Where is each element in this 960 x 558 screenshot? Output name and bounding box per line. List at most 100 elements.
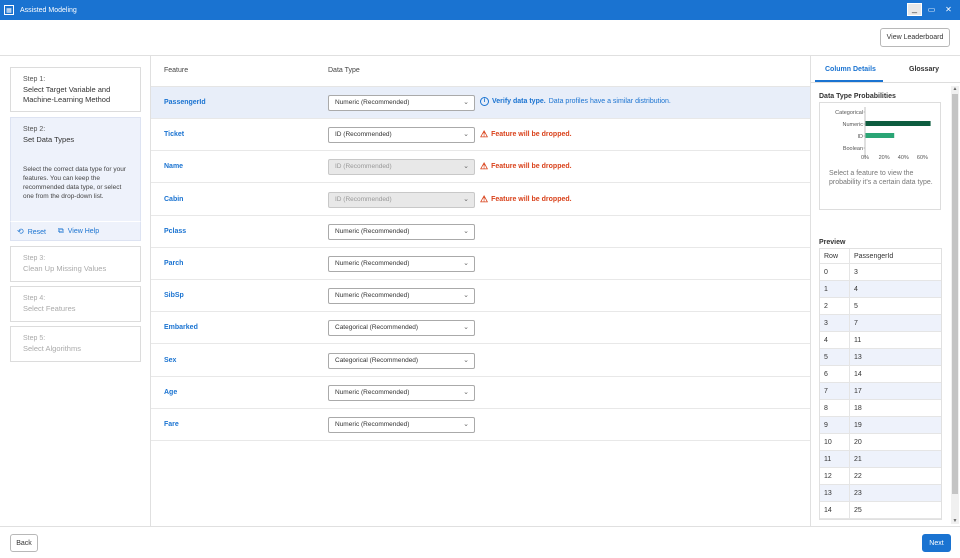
- feature-name[interactable]: Pclass: [164, 228, 186, 235]
- feature-name[interactable]: Parch: [164, 260, 183, 267]
- preview-row: 03: [820, 264, 941, 281]
- step-1[interactable]: Step 1: Select Target Variable and Machi…: [10, 67, 141, 112]
- table-row[interactable]: Pclass Numeric (Recommended) ⌄: [151, 216, 810, 248]
- minimize-button[interactable]: _: [907, 3, 922, 16]
- passengerid-value: 5: [854, 302, 858, 310]
- category-label: ID: [858, 134, 864, 140]
- drop-warning: ⚠ Feature will be dropped.: [480, 161, 572, 172]
- data-type-value: Numeric (Recommended): [335, 292, 410, 300]
- data-type-select[interactable]: Numeric (Recommended) ⌄: [328, 256, 475, 272]
- row-column-header: Row: [820, 249, 850, 263]
- feature-name[interactable]: PassengerId: [164, 99, 206, 106]
- close-button[interactable]: ✕: [941, 3, 956, 16]
- external-link-icon: ⧉: [58, 226, 64, 235]
- maximize-button[interactable]: ▭: [924, 3, 939, 16]
- table-row[interactable]: Age Numeric (Recommended) ⌄: [151, 377, 810, 409]
- passengerid-value: 4: [854, 285, 858, 293]
- row-index: 11: [820, 451, 850, 467]
- data-type-value: ID (Recommended): [335, 131, 392, 139]
- preview-row: 7 17: [820, 383, 941, 400]
- feature-name[interactable]: Age: [164, 389, 177, 396]
- table-row[interactable]: Fare Numeric (Recommended) ⌄: [151, 409, 810, 441]
- reset-link[interactable]: ⟲ Reset: [17, 227, 46, 236]
- data-type-select: ID (Recommended) ⌄: [328, 159, 475, 176]
- view-help-link[interactable]: ⧉ View Help: [58, 226, 99, 236]
- feature-name[interactable]: Sex: [164, 357, 176, 364]
- step-name: Select Features: [23, 304, 76, 313]
- row-index: 3: [820, 315, 850, 331]
- step-2[interactable]: Step 2: Set Data Types Select the correc…: [10, 117, 141, 237]
- probability-chart-svg: Categorical Numeric ID Boolean 0% 20% 40% 60%: [835, 107, 931, 161]
- data-type-table: Feature Data Type PassengerId Numeric (R…: [151, 56, 810, 526]
- step-name: Clean Up Missing Values: [23, 264, 107, 273]
- feature-name[interactable]: Fare: [164, 421, 179, 428]
- passengerid-value: 25: [854, 506, 862, 514]
- table-row[interactable]: Name ID (Recommended) ⌄ ⚠ Feature will be…: [151, 151, 810, 184]
- data-type-select[interactable]: Numeric (Recommended) ⌄: [328, 417, 475, 433]
- data-type-select[interactable]: Categorical (Recommended) ⌄: [328, 352, 475, 369]
- preview-row: 37: [820, 315, 941, 332]
- chevron-down-icon: ⌄: [463, 421, 469, 428]
- table-row[interactable]: Parch Numeric (Recommended) ⌄: [151, 248, 810, 280]
- passengerid-value: 21: [854, 455, 862, 463]
- row-index: 13: [820, 485, 850, 501]
- next-button[interactable]: Next: [922, 534, 951, 552]
- tab-glossary[interactable]: Glossary: [909, 66, 939, 73]
- row-index: 7: [820, 383, 850, 399]
- data-type-select[interactable]: Categorical (Recommended) ⌄: [328, 320, 475, 337]
- table-row[interactable]: Ticket ID (Recommended) ⌄ ⚠ Feature will …: [151, 119, 810, 152]
- data-type-help-text: Select a feature to view the probability…: [829, 170, 933, 186]
- warning-icon: ⚠: [480, 193, 489, 204]
- table-row[interactable]: Embarked Categorical (Recommended) ⌄: [151, 312, 810, 345]
- back-button[interactable]: Back: [10, 534, 38, 552]
- data-type-probabilities-chart: Categorical Numeric ID Boolean 0% 20% 40% 60% S…: [819, 102, 941, 210]
- row-index: 2: [820, 298, 850, 314]
- view-leaderboard-button[interactable]: View Leaderboard: [880, 28, 950, 47]
- chevron-down-icon: ⌄: [463, 195, 469, 203]
- refresh-icon: ⟲: [17, 226, 24, 236]
- note-bold: Feature will be dropped.: [491, 163, 572, 171]
- verify-note: i Verify data type. Data profiles have a …: [480, 97, 671, 106]
- feature-name[interactable]: Name: [164, 163, 183, 170]
- top-toolbar: View Leaderboard: [0, 20, 960, 56]
- data-type-select[interactable]: Numeric (Recommended) ⌄: [328, 288, 475, 305]
- row-index: 5: [820, 349, 850, 365]
- row-index: 9: [820, 417, 850, 433]
- scrollbar-thumb[interactable]: [952, 94, 958, 494]
- data-type-select[interactable]: Numeric (Recommended) ⌄: [328, 384, 475, 401]
- chevron-down-icon: ⌄: [463, 131, 469, 139]
- feature-name[interactable]: Embarked: [164, 324, 198, 331]
- feature-name[interactable]: Cabin: [164, 196, 183, 203]
- tab-column-details[interactable]: Column Details: [825, 66, 876, 73]
- table-row[interactable]: PassengerId Numeric (Recommended) ⌄ i Ver…: [151, 87, 810, 119]
- data-type-value: Numeric (Recommended): [335, 388, 410, 396]
- data-type-value: Numeric (Recommended): [335, 421, 410, 428]
- row-index: 6: [820, 366, 850, 382]
- active-tab-indicator: [815, 80, 883, 82]
- category-label: Numeric: [843, 122, 864, 128]
- passengerid-column-header: PassengerId: [854, 252, 894, 260]
- panel-scrollbar[interactable]: ▲ ▼: [951, 86, 959, 524]
- data-type-value: ID (Recommended): [335, 195, 392, 203]
- x-tick-label: 0%: [861, 155, 869, 161]
- data-type-probabilities-title: Data Type Probabilities: [819, 93, 896, 100]
- preview-row: 5 13: [820, 349, 941, 366]
- preview-row: 14: [820, 281, 941, 298]
- row-index: 12: [820, 468, 850, 484]
- data-type-select[interactable]: ID (Recommended) ⌄: [328, 127, 475, 144]
- preview-title: Preview: [819, 239, 846, 246]
- table-row[interactable]: SibSp Numeric (Recommended) ⌄: [151, 280, 810, 313]
- drop-warning: ⚠ Feature will be dropped.: [480, 194, 572, 205]
- chevron-down-icon: ⌄: [463, 99, 469, 106]
- data-type-select[interactable]: Numeric (Recommended) ⌄: [328, 223, 475, 240]
- table-row[interactable]: Sex Categorical (Recommended) ⌄: [151, 345, 810, 377]
- feature-name[interactable]: Ticket: [164, 131, 184, 138]
- scroll-down-icon[interactable]: ▼: [951, 518, 959, 524]
- preview-table: Row PassengerId 0 3 1 4 2 5 3 7 4 11 5 13 6 14 7 17 8 18 9…: [819, 248, 942, 520]
- scroll-up-icon[interactable]: ▲: [951, 86, 959, 92]
- warning-icon: ⚠: [480, 129, 489, 140]
- feature-name[interactable]: SibSp: [164, 292, 184, 299]
- data-type-value: Numeric (Recommended): [335, 260, 410, 267]
- data-type-select[interactable]: Numeric (Recommended) ⌄: [328, 95, 475, 111]
- table-row[interactable]: Cabin ID (Recommended) ⌄ ⚠ Feature will b…: [151, 184, 810, 216]
